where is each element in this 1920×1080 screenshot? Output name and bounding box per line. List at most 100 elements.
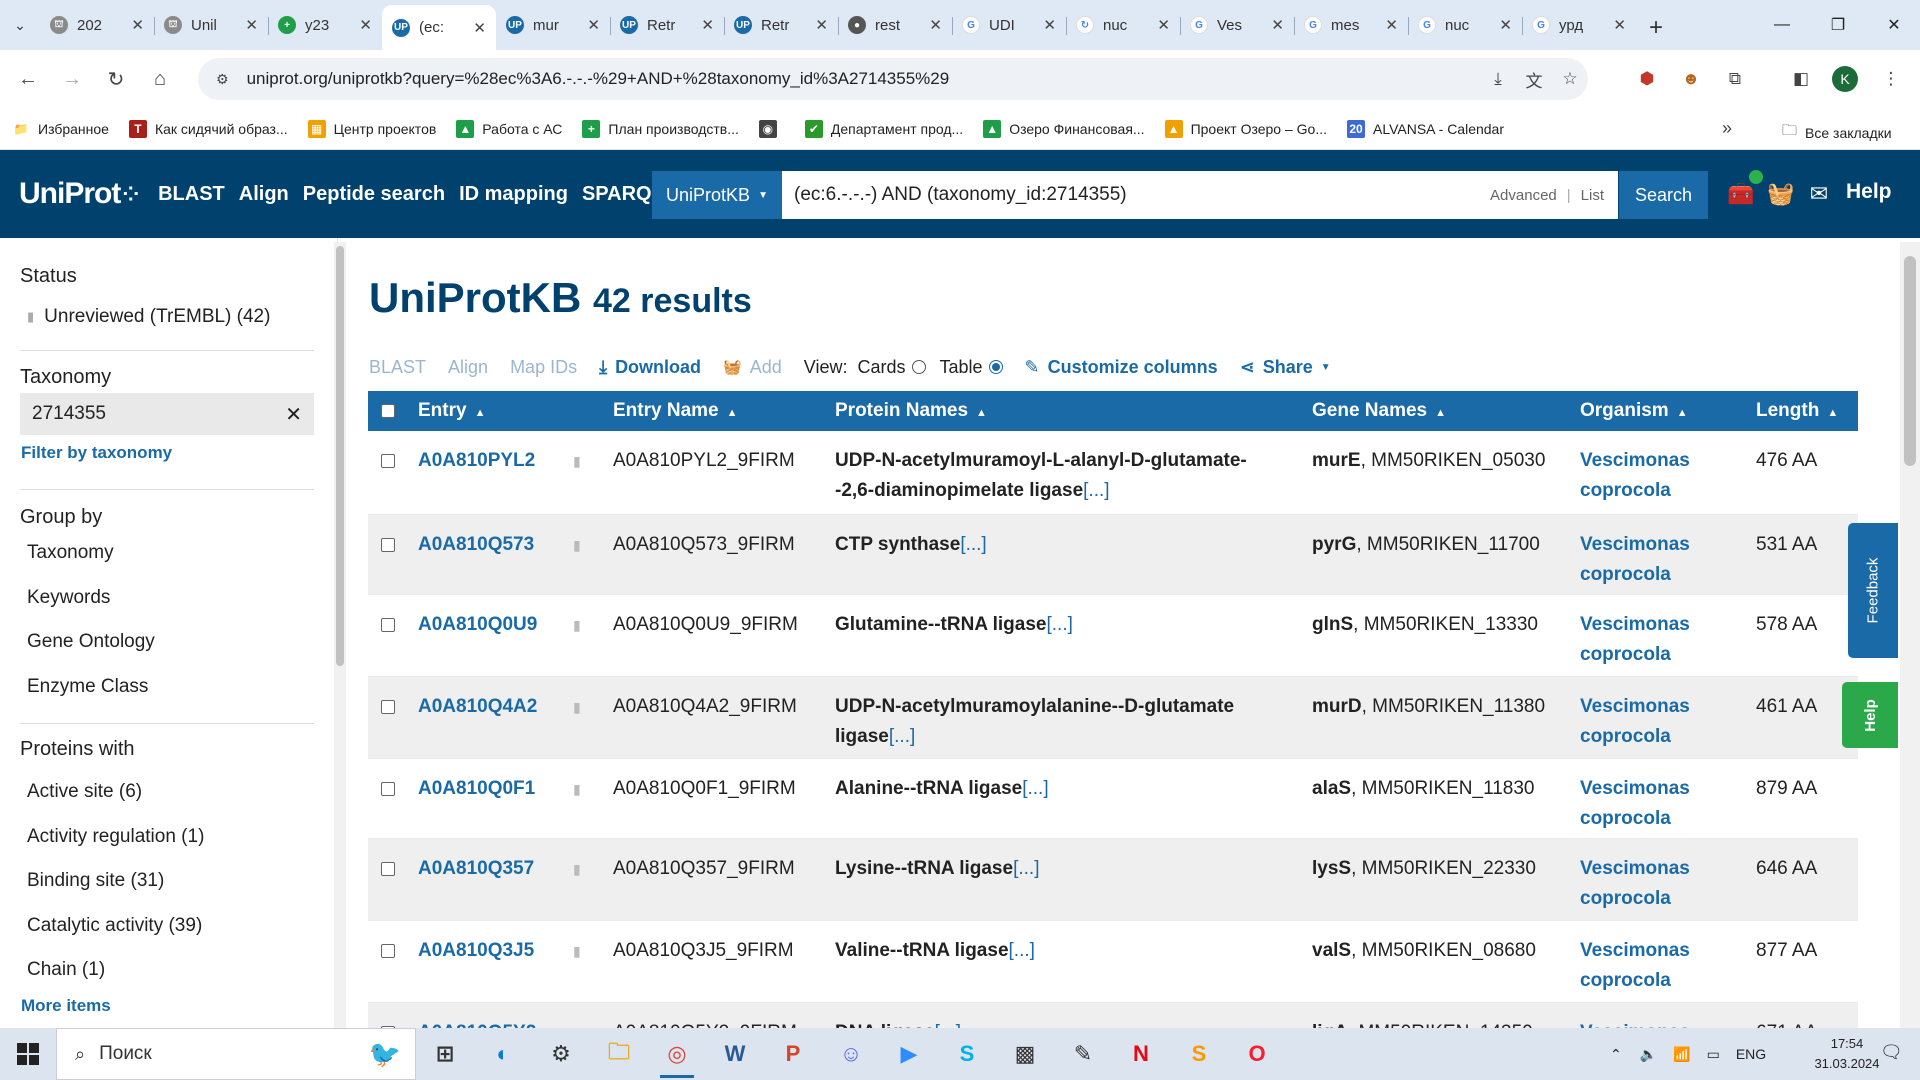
column-header-length[interactable]: Length ▲ <box>1756 400 1838 422</box>
page-scroll-thumb[interactable] <box>1904 256 1916 466</box>
volume-icon[interactable]: 🔈 <box>1640 1046 1657 1063</box>
column-header-gene-names[interactable]: Gene Names ▲ <box>1312 400 1446 422</box>
more-link[interactable]: [...] <box>1022 778 1048 799</box>
entry-accession-link[interactable]: A0A810Q0F1 <box>418 774 535 804</box>
list-search-link[interactable]: List <box>1581 187 1604 204</box>
powerpoint-icon[interactable]: P <box>764 1028 822 1080</box>
entry-accession-link[interactable]: A0A810Q573 <box>418 530 534 560</box>
row-checkbox[interactable] <box>381 538 395 552</box>
extension-shield-icon[interactable]: ⬢ <box>1630 62 1664 96</box>
row-checkbox[interactable] <box>381 944 395 958</box>
advanced-search-link[interactable]: Advanced <box>1490 187 1557 204</box>
help-tab[interactable]: Help <box>1842 682 1898 748</box>
bookmark-item[interactable]: T Как сидячий образ... <box>128 119 288 138</box>
nav-id-mapping[interactable]: ID mapping <box>459 183 568 206</box>
notepad-icon[interactable]: ✎ <box>1054 1028 1112 1080</box>
task-view-icon[interactable]: ⊞ <box>416 1028 474 1080</box>
language-indicator[interactable]: ENG <box>1736 1046 1766 1062</box>
uniprot-logo[interactable]: UniProt ⁘ <box>19 177 139 211</box>
browser-tab[interactable]: UP Retr ✕ <box>610 5 724 45</box>
row-checkbox[interactable] <box>381 782 395 796</box>
more-items-link[interactable]: More items <box>21 996 111 1016</box>
organism-link[interactable]: Vescimonascoprocola <box>1580 446 1690 506</box>
nav-align[interactable]: Align <box>239 183 289 206</box>
browser-tab[interactable]: Gnuc ✕ <box>1408 5 1522 45</box>
download-button[interactable]: ⤓ Download <box>599 357 701 378</box>
share-button[interactable]: ⋖ Share ▼ <box>1240 357 1331 378</box>
row-checkbox[interactable] <box>381 700 395 714</box>
more-link[interactable]: [...] <box>1047 614 1073 635</box>
more-link[interactable]: [...] <box>1083 480 1109 501</box>
notifications-icon[interactable]: 🗨 <box>1880 1042 1903 1063</box>
organism-link[interactable]: Vescimonascoprocola <box>1580 610 1690 670</box>
query-input[interactable]: (ec:6.-.-.-) AND (taxonomy_id:2714355) A… <box>782 171 1618 219</box>
tab-close-icon[interactable]: ✕ <box>1613 16 1626 34</box>
entry-accession-link[interactable]: A0A810Q3J5 <box>418 936 534 966</box>
tab-close-icon[interactable]: ✕ <box>1385 16 1398 34</box>
bookmark-star-icon[interactable]: ☆ <box>1552 69 1588 89</box>
proteins-with-filter[interactable]: Chain (1) <box>27 959 105 981</box>
tab-close-icon[interactable]: ✕ <box>131 16 144 34</box>
filter-by-taxonomy-link[interactable]: Filter by taxonomy <box>21 443 172 463</box>
settings-icon[interactable]: ⚙ <box>532 1028 590 1080</box>
group-by-gene-ontology[interactable]: Gene Ontology <box>27 631 155 653</box>
column-header-entry-name[interactable]: Entry Name ▲ <box>613 400 738 422</box>
taskbar-search-box[interactable]: ⌕ Поиск 🐦 <box>56 1028 416 1080</box>
extensions-puzzle-icon[interactable]: ⧉ <box>1718 62 1752 96</box>
browser-tab[interactable]: ↻ nuc ✕ <box>1066 5 1180 45</box>
organism-link[interactable]: Vescimonascoprocola <box>1580 1018 1690 1028</box>
group-by-enzyme-class[interactable]: Enzyme Class <box>27 676 148 698</box>
bookmarks-overflow-icon[interactable]: » <box>1722 118 1732 139</box>
tab-search-icon[interactable]: ⌄ <box>0 0 40 50</box>
tab-close-icon[interactable]: ✕ <box>359 16 372 34</box>
restore-button[interactable]: ❐ <box>1810 0 1866 50</box>
column-header-organism[interactable]: Organism ▲ <box>1580 400 1688 422</box>
select-all-checkbox[interactable] <box>381 404 395 418</box>
group-by-keywords[interactable]: Keywords <box>27 587 110 609</box>
entry-accession-link[interactable]: A0A810Q4A2 <box>418 692 537 722</box>
row-checkbox[interactable] <box>381 454 395 468</box>
side-panel-icon[interactable]: ◧ <box>1784 62 1818 96</box>
table-view-radio[interactable] <box>988 360 1003 374</box>
status-unreviewed-filter[interactable]: ▮ Unreviewed (TrEMBL) (42) <box>27 306 270 328</box>
column-header-protein-names[interactable]: Protein Names ▲ <box>835 400 987 422</box>
tab-close-icon[interactable]: ✕ <box>1157 16 1170 34</box>
more-link[interactable]: [...] <box>1009 940 1035 961</box>
organism-link[interactable]: Vescimonascoprocola <box>1580 854 1690 914</box>
entry-accession-link[interactable]: A0A810Q0U9 <box>418 610 537 640</box>
browser-menu-icon[interactable]: ⋮ <box>1874 62 1908 96</box>
bookmark-item[interactable]: ▲ Озеро Финансовая... <box>983 119 1145 138</box>
tab-close-icon[interactable]: ✕ <box>473 19 486 37</box>
edge-icon[interactable]: ◐ <box>474 1028 532 1080</box>
skype-icon[interactable]: S <box>938 1028 996 1080</box>
zoom-icon[interactable]: ▶ <box>880 1028 938 1080</box>
basket-icon[interactable]: 🧺 <box>1765 178 1797 210</box>
new-tab-button[interactable]: + <box>1636 5 1676 50</box>
search-button[interactable]: Search <box>1619 171 1708 219</box>
group-by-taxonomy[interactable]: Taxonomy <box>27 542 114 564</box>
tab-close-icon[interactable]: ✕ <box>1043 16 1056 34</box>
organism-link[interactable]: Vescimonascoprocola <box>1580 530 1690 590</box>
bookmark-item[interactable]: ▦ Центр проектов <box>307 119 436 138</box>
more-link[interactable]: [...] <box>1013 858 1039 879</box>
query-text[interactable]: (ec:6.-.-.-) AND (taxonomy_id:2714355) <box>794 184 1490 206</box>
netflix-icon[interactable]: N <box>1112 1028 1170 1080</box>
tab-close-icon[interactable]: ✕ <box>1499 16 1512 34</box>
home-icon[interactable]: ⌂ <box>142 61 178 97</box>
entry-accession-link[interactable]: A0A810Q357 <box>418 854 534 884</box>
row-checkbox[interactable] <box>381 862 395 876</box>
row-checkbox[interactable] <box>381 618 395 632</box>
more-link[interactable]: [...] <box>960 534 986 555</box>
browser-tab[interactable]: ● rest ✕ <box>838 5 952 45</box>
reload-icon[interactable]: ↻ <box>98 61 134 97</box>
taxonomy-filter-input[interactable]: 2714355 ✕ <box>20 393 314 435</box>
word-icon[interactable]: W <box>706 1028 764 1080</box>
minimize-button[interactable]: — <box>1754 0 1810 50</box>
bookmark-item[interactable]: ✔ Департамент прод... <box>804 119 963 138</box>
add-to-basket-action[interactable]: 🧺 Add <box>723 357 782 378</box>
table-view-label[interactable]: Table <box>940 357 983 378</box>
bookmark-item[interactable]: ◉ <box>758 119 785 138</box>
feedback-tab[interactable]: Feedback <box>1848 523 1898 658</box>
browser-tab[interactable]: UP Retr ✕ <box>724 5 838 45</box>
entry-accession-link[interactable]: A0A810PYL2 <box>418 446 535 476</box>
